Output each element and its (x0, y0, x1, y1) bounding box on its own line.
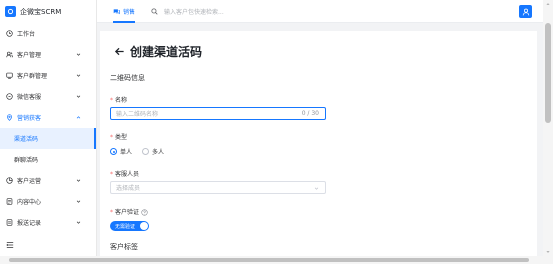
clock-icon (6, 30, 13, 37)
sidebar-item-label: 营销获客 (17, 115, 42, 122)
brand-name: 企微宝SCRM (20, 7, 62, 16)
agent-select[interactable]: 选择成员 (110, 181, 326, 194)
content-icon (6, 198, 13, 205)
help-icon[interactable] (141, 209, 148, 216)
sidebar-item-customers[interactable]: 客户管理 (0, 44, 96, 65)
radio-label: 单人 (120, 149, 133, 156)
marketing-submenu: 渠道活码 群聊活码 (0, 128, 96, 170)
sidebar-menu: 工作台 客户管理 客户群管理 微信客服 营销获客 渠道活码 群聊活码 客户运营 … (0, 23, 96, 233)
logo-icon (5, 6, 16, 17)
sidebar-item-report-records[interactable]: 报送记录 (0, 212, 96, 233)
radio-dot (142, 148, 150, 155)
type-radio-group: 单人 多人 (110, 147, 174, 156)
type-label: * 类型 (110, 132, 127, 141)
location-icon (6, 114, 13, 121)
chevron-down-icon (314, 187, 319, 190)
sidebar-item-wechat-service[interactable]: 微信客服 (0, 86, 96, 107)
headset-icon (6, 93, 13, 100)
type-radio-multiple[interactable]: 多人 (142, 147, 164, 156)
scrollbar-thumb[interactable] (9, 258, 529, 262)
toggle-knob (140, 222, 148, 230)
radio-label: 多人 (152, 149, 165, 156)
sidebar-item-label: 客户运营 (17, 178, 42, 185)
radio-dot (110, 148, 117, 155)
search-input[interactable]: 输入客户包快速检索... (151, 7, 224, 16)
search-icon (151, 8, 158, 15)
page-title-text: 创建渠道活码 (130, 45, 203, 59)
back-arrow-icon[interactable] (114, 46, 125, 57)
menu-collapse-icon[interactable] (6, 241, 14, 249)
section-qr-info: 二维码信息 (110, 74, 145, 82)
main-panel: 创建渠道活码 二维码信息 * 名称 输入二维码名称 0 / 30 * 类型 单人 多… (100, 31, 537, 256)
scroll-up-icon[interactable] (546, 2, 550, 6)
required-mark: * (110, 134, 113, 141)
user-icon (522, 8, 529, 15)
chevron-down-icon (76, 221, 81, 224)
sidebar-item-label: 报送记录 (17, 220, 42, 227)
vertical-scrollbar[interactable] (543, 0, 553, 256)
sidebar-subitem-label: 群聊活码 (14, 157, 39, 164)
verify-toggle[interactable]: 无需验证 (110, 221, 149, 231)
sidebar: 企微宝SCRM 工作台 客户管理 客户群管理 微信客服 营销获客 渠道活码 群聊… (0, 0, 97, 256)
verify-label: * 客户验证 (110, 207, 148, 216)
horizontal-scrollbar[interactable] (0, 256, 553, 264)
chevron-down-icon (76, 179, 81, 182)
type-radio-single[interactable]: 单人 (110, 147, 132, 156)
chevron-down-icon (76, 200, 81, 203)
name-char-count: 0 / 30 (301, 110, 319, 117)
brand[interactable]: 企微宝SCRM (0, 0, 96, 23)
required-mark: * (110, 171, 113, 178)
sidebar-item-workbench[interactable]: 工作台 (0, 23, 96, 44)
chat-icon (113, 9, 120, 15)
name-label: * 名称 (110, 95, 127, 104)
sidebar-subitem-channel-qr[interactable]: 渠道活码 (0, 128, 96, 149)
verify-toggle-text: 无需验证 (115, 223, 136, 230)
type-label-text: 类型 (115, 134, 128, 141)
agent-label-text: 客服人员 (115, 171, 140, 178)
name-label-text: 名称 (115, 97, 128, 104)
search-placeholder: 输入客户包快速检索... (164, 9, 224, 16)
topbar: 销售 输入客户包快速检索... (97, 0, 543, 23)
chevron-down-icon (76, 53, 81, 56)
chevron-up-icon (76, 116, 81, 119)
scrollbar-thumb[interactable] (545, 23, 551, 123)
sidebar-item-label: 微信客服 (17, 94, 42, 101)
sidebar-subitem-group-qr[interactable]: 群聊活码 (0, 149, 96, 170)
agent-label: * 客服人员 (110, 169, 139, 178)
avatar[interactable] (519, 5, 532, 18)
sidebar-item-label: 工作台 (17, 31, 36, 38)
tab-sales[interactable]: 销售 (113, 0, 136, 23)
page-title: 创建渠道活码 (114, 43, 202, 60)
required-mark: * (110, 209, 113, 216)
name-field[interactable]: 输入二维码名称 0 / 30 (110, 107, 326, 120)
sidebar-item-customer-groups[interactable]: 客户群管理 (0, 65, 96, 86)
tab-label: 销售 (123, 9, 136, 16)
name-field-placeholder: 输入二维码名称 (116, 111, 159, 118)
group-icon (6, 72, 13, 79)
sidebar-subitem-label: 渠道活码 (14, 136, 39, 143)
sidebar-item-label: 内容中心 (17, 199, 42, 206)
sidebar-item-customer-operations[interactable]: 客户运营 (0, 170, 96, 191)
sidebar-item-marketing[interactable]: 营销获客 (0, 107, 96, 128)
required-mark: * (110, 97, 113, 104)
users-icon (6, 51, 13, 58)
agent-select-placeholder: 选择成员 (116, 185, 141, 192)
sidebar-item-label: 客户群管理 (17, 73, 48, 80)
section-customer-tags: 客户标签 (110, 243, 138, 251)
scroll-down-icon[interactable] (546, 250, 550, 254)
sidebar-item-label: 客户管理 (17, 52, 42, 59)
chart-icon (6, 177, 13, 184)
verify-label-text: 客户验证 (115, 209, 140, 216)
chevron-down-icon (76, 95, 81, 98)
sidebar-item-content-center[interactable]: 内容中心 (0, 191, 96, 212)
chevron-down-icon (76, 74, 81, 77)
report-icon (6, 219, 13, 226)
